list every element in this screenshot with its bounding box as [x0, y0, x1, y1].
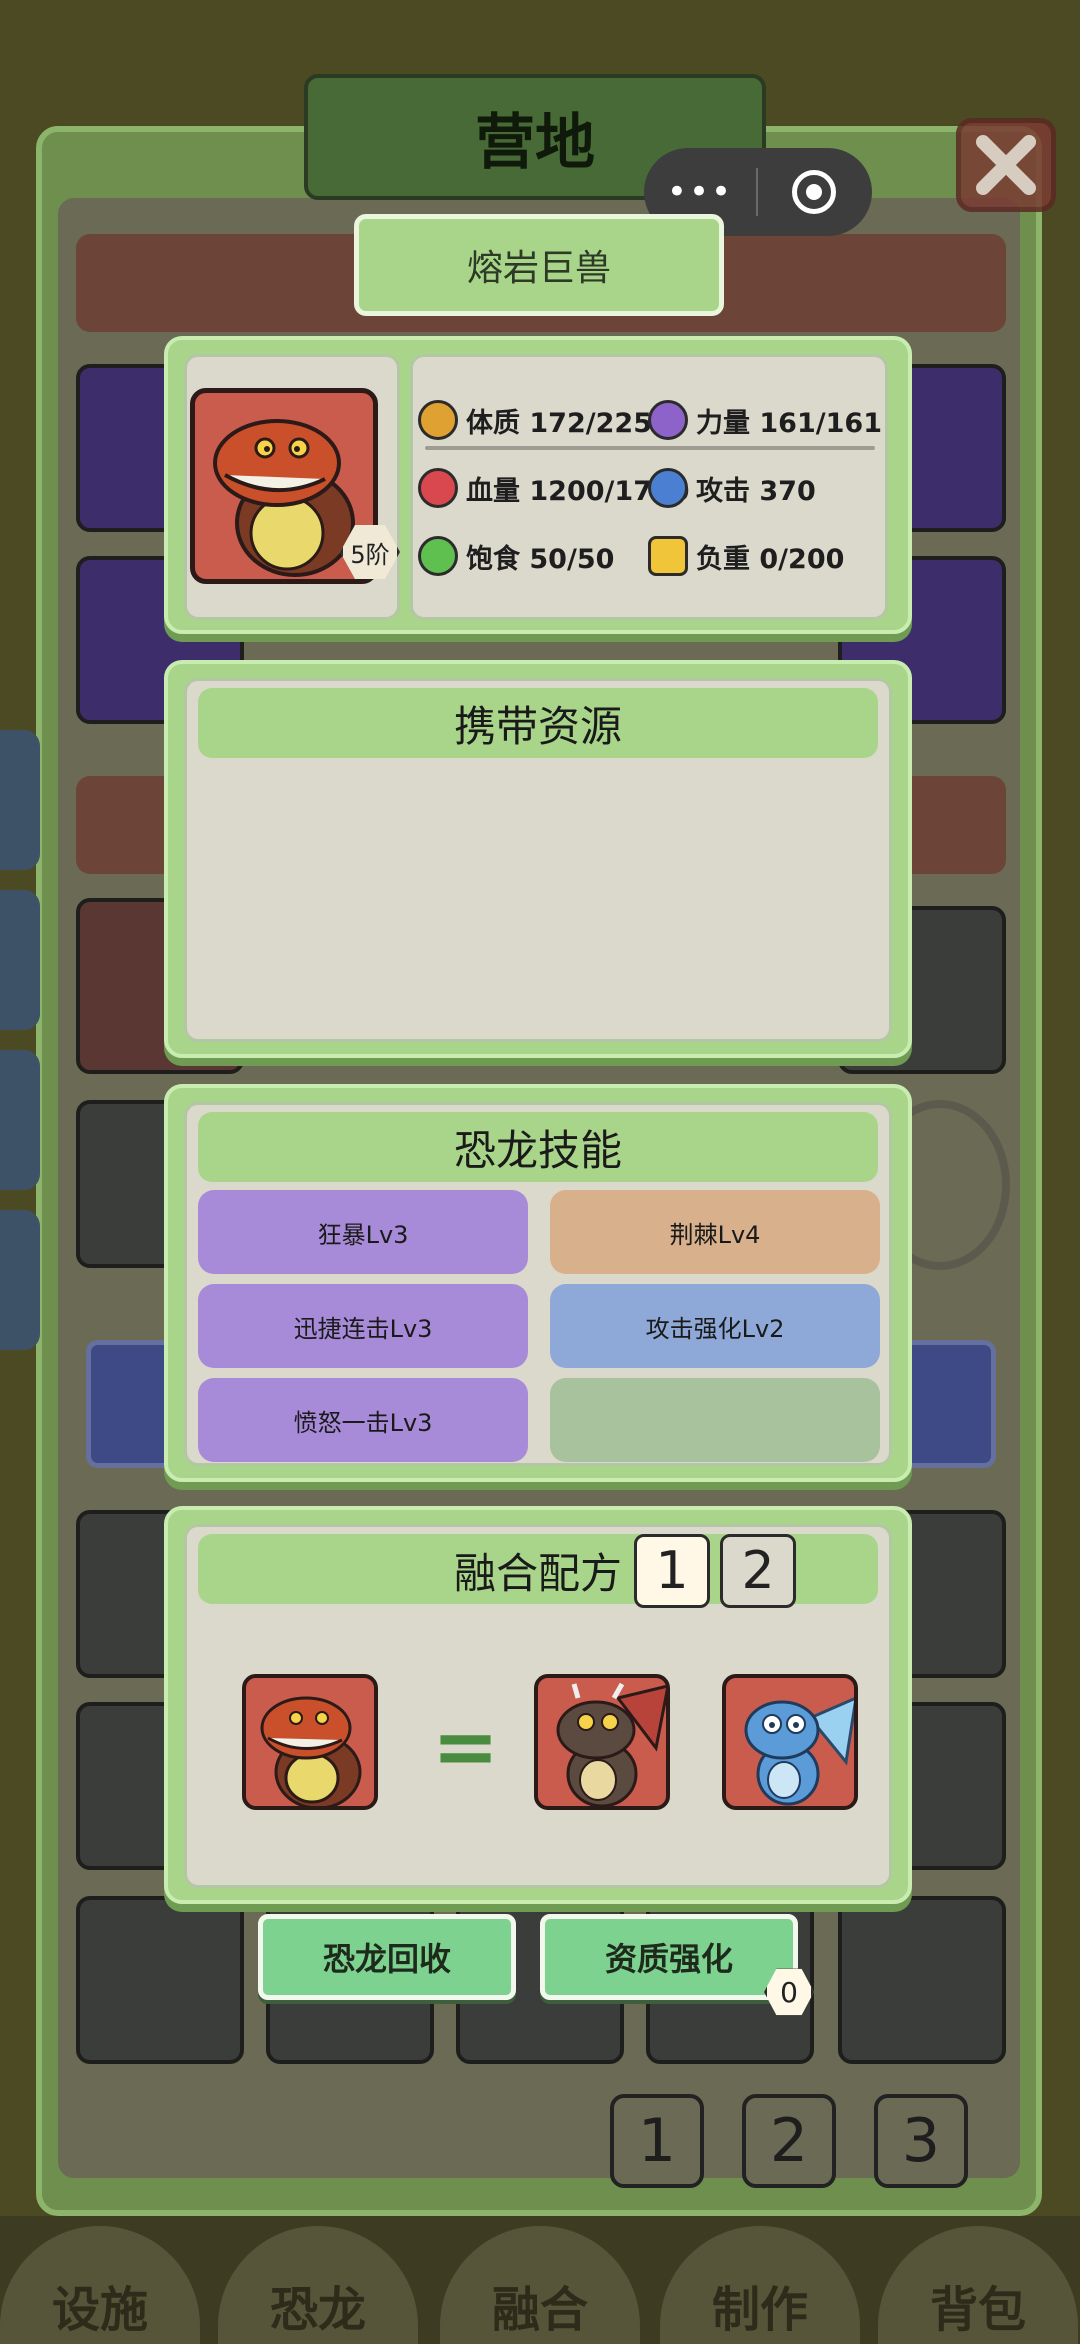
page-button-3[interactable]: 3 [874, 2094, 968, 2188]
dark-dragon-icon [556, 1682, 666, 1806]
recipe-result-slot[interactable] [242, 1674, 378, 1810]
recipe-title: 融合配方 [454, 1549, 623, 1598]
equals-sign: = [432, 1700, 500, 1793]
skill-button[interactable]: 愤怒一击Lv3 [198, 1378, 528, 1462]
enhance-aptitude-button[interactable]: 资质强化 [540, 1914, 798, 2000]
stat-constitution: 体质 172/225 [418, 400, 652, 440]
dino-name-banner: 熔岩巨兽 [354, 214, 724, 316]
skill-button[interactable]: 狂暴Lv3 [198, 1190, 528, 1274]
stat-load-label: 负重 0/200 [696, 543, 845, 575]
dim-empty-slot [76, 1896, 244, 2064]
resources-header: 携带资源 [198, 688, 878, 758]
close-icon [976, 135, 1036, 195]
skill-button[interactable]: 荆棘Lv4 [550, 1190, 880, 1274]
trophy-icon [418, 400, 458, 440]
side-tab[interactable] [0, 1210, 40, 1350]
stat-constitution-label: 体质 172/225 [466, 407, 652, 439]
recycle-dino-button[interactable]: 恐龙回收 [258, 1914, 516, 2000]
page-button-2[interactable]: 2 [742, 2094, 836, 2188]
lava-dino-icon [260, 1696, 362, 1806]
recipe-ingredient-slot[interactable] [722, 1674, 858, 1810]
dim-empty-slot [838, 1896, 1006, 2064]
empty-skill-slot [550, 1378, 880, 1462]
fist-icon [648, 400, 688, 440]
stat-satiety: 饱食 50/50 [418, 536, 614, 576]
recipe-ingredient-slot[interactable] [534, 1674, 670, 1810]
side-tab[interactable] [0, 730, 40, 870]
page-button-1[interactable]: 1 [610, 2094, 704, 2188]
stat-attack-label: 攻击 370 [696, 475, 816, 507]
target-icon[interactable] [758, 170, 870, 214]
recipe-tab-2[interactable]: 2 [720, 1534, 796, 1608]
recipe-tab-1[interactable]: 1 [634, 1534, 710, 1608]
weight-icon [648, 536, 688, 576]
skill-button[interactable]: 攻击强化Lv2 [550, 1284, 880, 1368]
skills-header: 恐龙技能 [198, 1112, 878, 1182]
blue-dragon-icon [744, 1697, 854, 1806]
heart-icon [418, 468, 458, 508]
sword-icon [648, 468, 688, 508]
stat-attack: 攻击 370 [648, 468, 816, 508]
side-tab[interactable] [0, 890, 40, 1030]
skill-button[interactable]: 迅捷连击Lv3 [198, 1284, 528, 1368]
stat-strength-label: 力量 161/161 [696, 407, 882, 439]
stat-strength: 力量 161/161 [648, 400, 882, 440]
stat-load: 负重 0/200 [648, 536, 844, 576]
stat-satiety-label: 饱食 50/50 [466, 543, 615, 575]
side-tab[interactable] [0, 1050, 40, 1190]
stats-divider [425, 446, 875, 450]
close-button[interactable] [956, 118, 1056, 212]
more-icon[interactable]: ••• [644, 172, 756, 212]
food-bowl-icon [418, 536, 458, 576]
